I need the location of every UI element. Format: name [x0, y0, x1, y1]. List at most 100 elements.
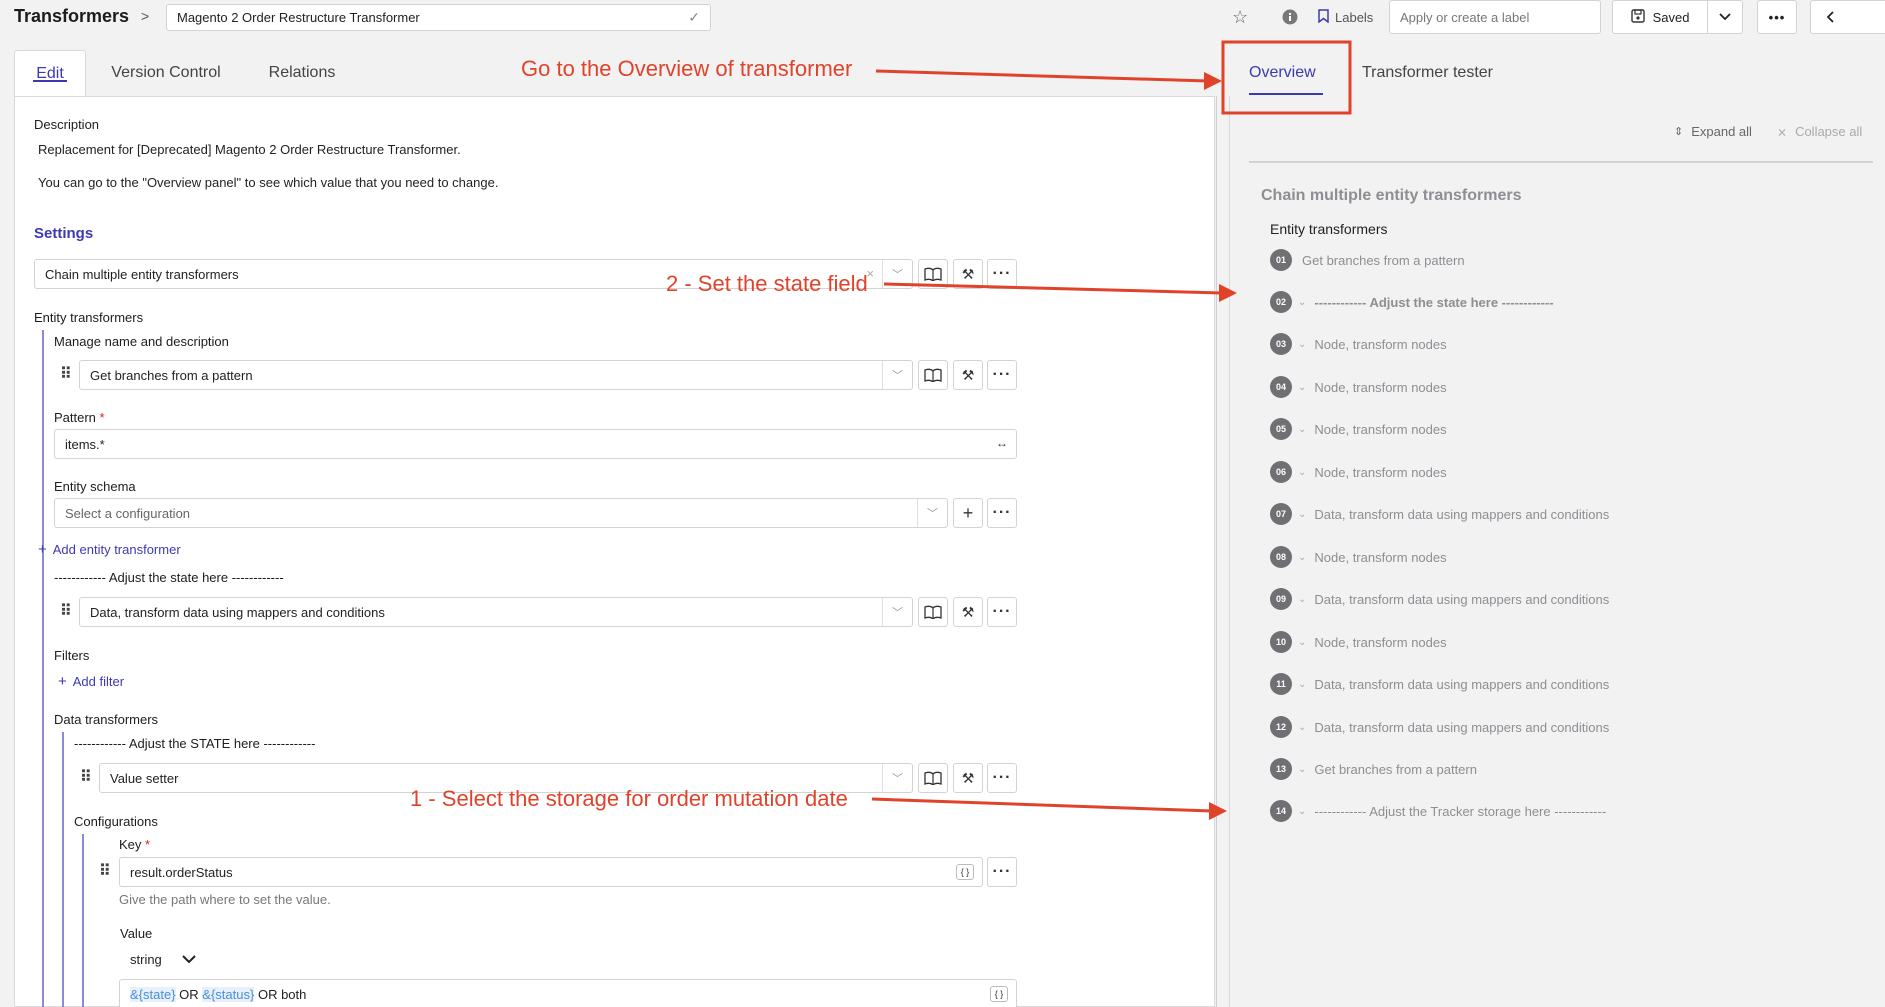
- chevron-down-icon[interactable]: ⌄: [1298, 382, 1306, 393]
- overview-step[interactable]: 03 ⌄ Node, transform nodes: [1270, 332, 1447, 356]
- tools-icon[interactable]: ⚒: [953, 597, 983, 627]
- step-number-badge: 13: [1270, 758, 1292, 780]
- chevron-down-icon[interactable]: ⌄: [1298, 594, 1306, 605]
- expand-all-label: Expand all: [1691, 124, 1752, 139]
- chevron-down-icon[interactable]: ﹀: [882, 598, 912, 626]
- chevron-down-icon[interactable]: ⌄: [1298, 637, 1306, 648]
- overview-step[interactable]: 13 ⌄ Get branches from a pattern: [1270, 757, 1477, 781]
- more-options-icon[interactable]: ···: [987, 498, 1017, 528]
- star-icon[interactable]: ☆: [1232, 4, 1248, 30]
- docs-book-icon[interactable]: [918, 259, 948, 289]
- tab-relations[interactable]: Relations: [256, 50, 348, 96]
- overview-step[interactable]: 14 ⌄ ------------ Adjust the Tracker stora…: [1270, 799, 1606, 823]
- back-button[interactable]: [1810, 0, 1885, 34]
- chevron-down-icon[interactable]: ﹀: [917, 499, 947, 527]
- docs-book-icon[interactable]: [918, 597, 948, 627]
- drag-handle-icon[interactable]: ⠿: [99, 862, 111, 882]
- info-icon[interactable]: [1282, 4, 1298, 30]
- label-input[interactable]: Apply or create a label: [1389, 0, 1601, 34]
- main-transformer-value: Chain multiple entity transformers: [45, 267, 239, 282]
- chevron-down-icon[interactable]: ﹀: [882, 260, 912, 288]
- app-title[interactable]: Transformers: [14, 6, 129, 27]
- saved-button[interactable]: Saved: [1612, 0, 1708, 34]
- more-options-icon[interactable]: ···: [987, 857, 1017, 887]
- docs-book-icon[interactable]: [918, 360, 948, 390]
- panel-divider[interactable]: [1216, 96, 1217, 1007]
- step-number-badge: 01: [1270, 249, 1292, 271]
- overview-step[interactable]: 07 ⌄ Data, transform data using mappers an…: [1270, 502, 1609, 526]
- tools-icon[interactable]: ⚒: [953, 763, 983, 793]
- overview-step[interactable]: 09 ⌄ Data, transform data using mappers an…: [1270, 587, 1609, 611]
- docs-book-icon[interactable]: [918, 763, 948, 793]
- pattern-label: Pattern *: [54, 410, 105, 425]
- code-braces-icon[interactable]: { }: [956, 864, 974, 880]
- value-input[interactable]: &{state} OR &{status} OR both { }: [119, 979, 1017, 1007]
- tab-transformer-tester[interactable]: Transformer tester: [1362, 50, 1493, 96]
- overview-step[interactable]: 06 ⌄ Node, transform nodes: [1270, 460, 1447, 484]
- tab-edit[interactable]: Edit: [14, 50, 86, 96]
- required-mark: *: [99, 410, 105, 425]
- pattern-input[interactable]: items.* ↔: [54, 429, 1017, 459]
- drag-handle-icon[interactable]: ⠿: [60, 602, 72, 622]
- chevron-down-icon[interactable]: ⌄: [1298, 424, 1306, 435]
- chevron-down-icon[interactable]: ⌄: [1298, 806, 1306, 817]
- more-options-icon[interactable]: ···: [987, 763, 1017, 793]
- entity-schema-select[interactable]: Select a configuration ﹀: [54, 498, 948, 528]
- drag-handle-icon[interactable]: ⠿: [60, 365, 72, 385]
- overview-step[interactable]: 11 ⌄ Data, transform data using mappers an…: [1270, 672, 1609, 696]
- chevron-down-icon[interactable]: ⌄: [1298, 509, 1306, 520]
- overview-step[interactable]: 10 ⌄ Node, transform nodes: [1270, 630, 1447, 654]
- description-line-2: You can go to the "Overview panel" to se…: [38, 175, 499, 190]
- annotation-state-field: 2 - Set the state field: [666, 271, 868, 296]
- chevron-down-icon[interactable]: ⌄: [1298, 552, 1306, 563]
- overview-step[interactable]: 01 Get branches from a pattern: [1270, 248, 1465, 272]
- more-options-icon[interactable]: ···: [987, 259, 1017, 289]
- tools-icon[interactable]: ⚒: [953, 259, 983, 289]
- entity-transformer-2-select[interactable]: Data, transform data using mappers and c…: [79, 597, 913, 627]
- overview-step[interactable]: 02 ⌄ ------------ Adjust the state here --…: [1270, 290, 1554, 314]
- overview-step[interactable]: 08 ⌄ Node, transform nodes: [1270, 545, 1447, 569]
- nesting-bar: [42, 330, 44, 1007]
- entity-schema-label: Entity schema: [54, 479, 136, 494]
- chevron-down-icon[interactable]: ⌄: [1298, 339, 1306, 350]
- chevron-down-icon[interactable]: ⌄: [1298, 764, 1306, 775]
- transformer-name-input[interactable]: Magento 2 Order Restructure Transformer …: [166, 4, 711, 31]
- code-braces-icon[interactable]: { }: [990, 986, 1008, 1002]
- tab-version-control[interactable]: Version Control: [96, 50, 236, 96]
- chevron-down-icon[interactable]: ⌄: [1298, 679, 1306, 690]
- add-filter-label: Add filter: [72, 674, 125, 689]
- entity-transformer-1-select[interactable]: Get branches from a pattern ﹀: [79, 360, 913, 390]
- manage-name-label: Manage name and description: [54, 334, 229, 349]
- overview-step[interactable]: 12 ⌄ Data, transform data using mappers an…: [1270, 715, 1609, 739]
- chevron-down-icon[interactable]: ⌄: [1298, 297, 1306, 308]
- chevron-down-icon[interactable]: ﹀: [882, 764, 912, 792]
- add-entity-transformer-link[interactable]: + Add entity transformer: [38, 541, 181, 558]
- overview-step[interactable]: 04 ⌄ Node, transform nodes: [1270, 375, 1447, 399]
- labels-label: Labels: [1335, 9, 1374, 25]
- data-transformer-name: ------------ Adjust the STATE here -----…: [74, 736, 316, 751]
- overview-step[interactable]: 05 ⌄ Node, transform nodes: [1270, 417, 1447, 441]
- entity-transformer-2-name: ------------ Adjust the state here -----…: [54, 570, 284, 585]
- more-options-icon[interactable]: ···: [987, 597, 1017, 627]
- add-schema-plus-icon[interactable]: +: [953, 498, 983, 528]
- more-options-button[interactable]: •••: [1757, 0, 1797, 34]
- saved-dropdown-chevron-icon[interactable]: [1707, 0, 1743, 34]
- chevron-down-icon[interactable]: ⌄: [1298, 467, 1306, 478]
- collapse-all-button[interactable]: ⨯ Collapse all: [1777, 124, 1862, 139]
- chevron-down-icon[interactable]: ﹀: [882, 361, 912, 389]
- expand-horizontal-icon[interactable]: ↔: [996, 436, 1008, 450]
- step-label: Node, transform nodes: [1314, 634, 1447, 650]
- add-filter-link[interactable]: + Add filter: [58, 673, 124, 690]
- check-icon: ✓: [688, 9, 700, 25]
- expand-all-button[interactable]: ⇕ Expand all: [1674, 124, 1752, 139]
- more-options-icon[interactable]: ···: [987, 360, 1017, 390]
- step-label: Get branches from a pattern: [1302, 252, 1465, 268]
- labels-button[interactable]: Labels: [1318, 4, 1373, 30]
- tab-overview[interactable]: Overview: [1249, 50, 1316, 96]
- step-number-badge: 05: [1270, 418, 1292, 440]
- chevron-down-icon[interactable]: ⌄: [1298, 722, 1306, 733]
- drag-handle-icon[interactable]: ⠿: [80, 768, 92, 788]
- tools-icon[interactable]: ⚒: [953, 360, 983, 390]
- value-type-select[interactable]: string: [130, 952, 196, 967]
- key-input[interactable]: result.orderStatus { }: [119, 857, 983, 887]
